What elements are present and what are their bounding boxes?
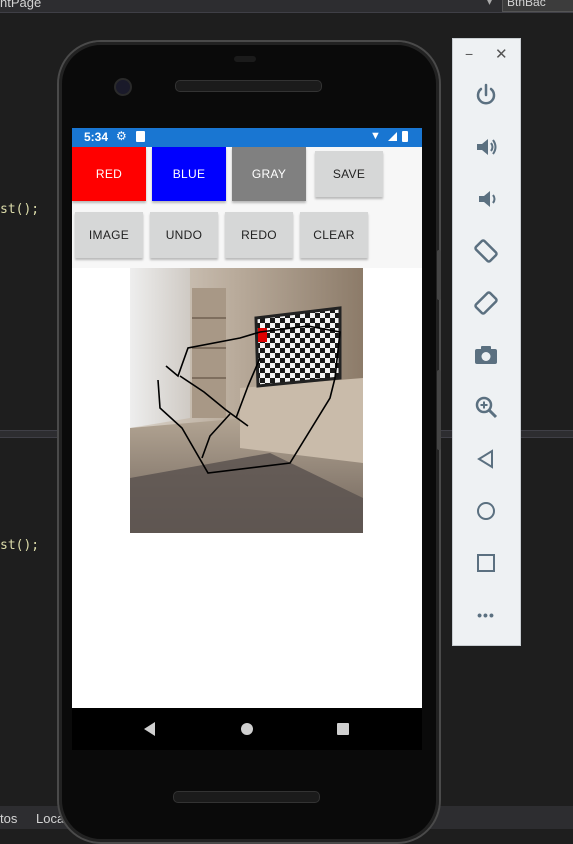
rotate-right-icon[interactable] [472, 289, 500, 317]
code-line: st(); [0, 202, 40, 217]
undo-button[interactable]: UNDO [150, 212, 218, 258]
zoom-icon[interactable] [472, 393, 500, 421]
tv-screen [254, 306, 342, 388]
bottom-speaker-grille [173, 791, 320, 803]
power-side-button[interactable] [437, 250, 441, 300]
image-button[interactable]: IMAGE [75, 212, 143, 258]
tv-cabinet [240, 378, 363, 463]
clear-button-label: CLEAR [313, 228, 355, 242]
gray-button[interactable]: GRAY [232, 147, 306, 201]
status-time: 5:34 [84, 130, 109, 144]
red-button-label: RED [95, 167, 123, 181]
back-icon[interactable] [144, 722, 155, 736]
more-icon[interactable]: ••• [472, 601, 500, 629]
close-icon[interactable]: ✕ [495, 45, 508, 63]
ide-file-tab[interactable]: ntPage [0, 0, 41, 10]
overview-icon[interactable] [337, 723, 349, 735]
volume-down-icon[interactable] [472, 185, 500, 213]
chevron-down-icon[interactable]: ▾ [487, 0, 492, 8]
undo-button-label: UNDO [165, 228, 203, 242]
ide-tab-bar: ntPage ▾ BtnBac [0, 0, 573, 13]
signal-icon [388, 132, 397, 141]
power-icon[interactable] [472, 81, 500, 109]
earpiece [234, 56, 256, 62]
ide-member-dropdown[interactable]: BtnBac [502, 0, 573, 12]
volume-side-button[interactable] [437, 370, 441, 450]
front-camera [114, 78, 132, 96]
bookshelf [192, 288, 226, 418]
red-stroke [258, 328, 267, 342]
back-icon[interactable] [472, 445, 500, 473]
volume-up-icon[interactable] [472, 133, 500, 161]
rotate-left-icon[interactable] [472, 237, 500, 265]
red-button[interactable]: RED [72, 147, 146, 201]
blue-button[interactable]: BLUE [152, 147, 226, 201]
emulator-controls-panel: − ✕ ••• [452, 38, 521, 646]
ide-member-label: BtnBac [507, 0, 546, 9]
emulator-panel-header: − ✕ [453, 39, 520, 69]
home-icon[interactable] [241, 723, 253, 735]
android-nav-bar [72, 708, 422, 750]
home-icon[interactable] [472, 497, 500, 525]
image-button-label: IMAGE [88, 228, 130, 242]
minimize-icon[interactable]: − [465, 46, 473, 62]
redo-button[interactable]: REDO [225, 212, 293, 258]
speaker-grille [175, 80, 322, 92]
gray-button-label: GRAY [251, 167, 287, 181]
wifi-icon: ▼ [370, 130, 381, 142]
room-photo-drawing[interactable] [130, 268, 363, 533]
clear-button[interactable]: CLEAR [300, 212, 368, 258]
camera-icon[interactable] [472, 341, 500, 369]
sd-card-icon [136, 131, 145, 142]
gear-icon: ⚙ [116, 129, 127, 143]
save-button[interactable]: SAVE [315, 151, 383, 197]
battery-icon [402, 131, 408, 142]
code-line: st(); [0, 538, 40, 553]
redo-button-label: REDO [241, 228, 277, 242]
canvas-photo[interactable] [130, 268, 363, 533]
save-button-label: SAVE [332, 167, 366, 181]
status-bar: 5:34 ⚙ ▼ [72, 128, 422, 147]
ide-bottom-tab[interactable]: tos [0, 811, 17, 826]
overview-icon[interactable] [472, 549, 500, 577]
blue-button-label: BLUE [172, 167, 206, 181]
